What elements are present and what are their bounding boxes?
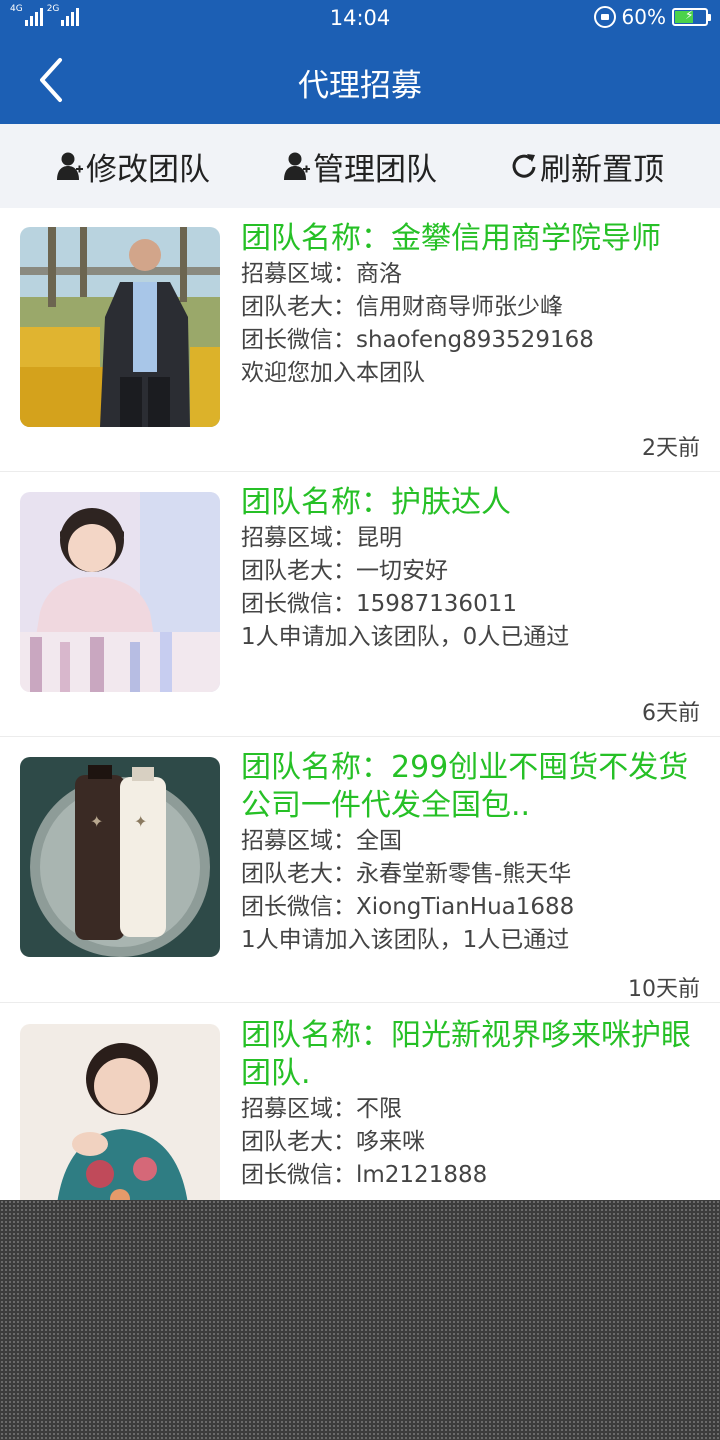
status-right: 60%: [593, 5, 711, 29]
team-list-item[interactable]: 团队名称：阳光新视界哆来咪护眼团队. 招募区域：不限 团队老大：哆来咪 团长微信…: [0, 1003, 720, 1224]
rotation-lock-icon: [593, 6, 616, 28]
refresh-top-label: 刷新置顶: [540, 151, 664, 188]
team-wechat: 团长微信：15987136011: [241, 591, 517, 617]
svg-text:✦: ✦: [134, 812, 147, 831]
person-icon: [284, 152, 310, 180]
team-wechat: 团长微信：shaofeng893529168: [241, 327, 594, 353]
battery-fill: [675, 8, 693, 23]
team-note: 1人申请加入该团队，0人已通过: [241, 624, 570, 650]
team-name: 团队名称：299创业不囤货不发货公司一件代发全国包..: [241, 750, 689, 823]
team-note: 1人申请加入该团队，1人已通过: [241, 927, 570, 953]
team-region: 招募区域：全国: [241, 828, 402, 854]
post-time: 6天前: [642, 701, 700, 726]
edit-team-button[interactable]: 修改团队: [56, 146, 210, 188]
team-leader: 团队老大：永春堂新零售-熊天华: [241, 861, 572, 887]
team-info: 团队名称：阳光新视界哆来咪护眼团队. 招募区域：不限 团队老大：哆来咪 团长微信…: [241, 1017, 711, 1192]
team-name: 团队名称：护肤达人: [241, 485, 511, 520]
edit-team-label: 修改团队: [86, 151, 210, 188]
svg-text:✦: ✦: [90, 812, 103, 831]
team-photo: [20, 1024, 220, 1224]
team-note: 欢迎您加入本团队: [241, 360, 425, 386]
team-info: 团队名称：护肤达人 招募区域：昆明 团队老大：一切安好 团长微信：1598713…: [241, 484, 711, 654]
status-bar: 4G 2G 14:04 60%: [0, 0, 720, 38]
team-info: 团队名称：299创业不囤货不发货公司一件代发全国包.. 招募区域：全国 团队老大…: [241, 749, 711, 957]
team-name: 团队名称：金攀信用商学院导师: [241, 221, 661, 256]
refresh-top-button[interactable]: 刷新置顶: [510, 146, 664, 188]
battery-icon: [672, 8, 711, 26]
battery-percent: 60%: [621, 5, 666, 29]
team-wechat: 团长微信：XiongTianHua1688: [241, 894, 575, 920]
nav-bar: 代理招募: [0, 38, 720, 124]
blurred-overlay: [0, 1200, 720, 1440]
team-region: 招募区域：昆明: [241, 525, 402, 551]
page-title: 代理招募: [298, 68, 422, 104]
team-region: 招募区域：不限: [241, 1096, 402, 1122]
team-leader: 团队老大：信用财商导师张少峰: [241, 294, 563, 320]
team-leader: 团队老大：一切安好: [241, 558, 448, 584]
team-photo: ✦ ✦: [20, 757, 220, 957]
team-photo: [20, 227, 220, 427]
post-time: 10天前: [628, 977, 700, 1002]
manage-team-button[interactable]: 管理团队: [283, 146, 437, 188]
person-icon: [57, 152, 83, 180]
team-leader: 团队老大：哆来咪: [241, 1129, 425, 1155]
team-list-item[interactable]: 团队名称：金攀信用商学院导师 招募区域：商洛 团队老大：信用财商导师张少峰 团长…: [0, 208, 720, 472]
team-photo: [20, 492, 220, 692]
refresh-icon: [512, 154, 536, 178]
team-name: 团队名称：阳光新视界哆来咪护眼团队.: [241, 1018, 691, 1091]
team-info: 团队名称：金攀信用商学院导师 招募区域：商洛 团队老大：信用财商导师张少峰 团长…: [241, 220, 711, 390]
post-time: 2天前: [642, 436, 700, 461]
toolbar: 修改团队 管理团队 刷新置顶: [0, 124, 720, 208]
team-region: 招募区域：商洛: [241, 261, 402, 287]
team-list-item[interactable]: 团队名称：护肤达人 招募区域：昆明 团队老大：一切安好 团长微信：1598713…: [0, 472, 720, 737]
team-wechat: 团长微信：lm2121888: [241, 1162, 488, 1188]
team-list-item[interactable]: ✦ ✦ 团队名称：299创业不囤货不发货公司一件代发全国包.. 招募区域：全国 …: [0, 737, 720, 1003]
manage-team-label: 管理团队: [313, 151, 437, 188]
